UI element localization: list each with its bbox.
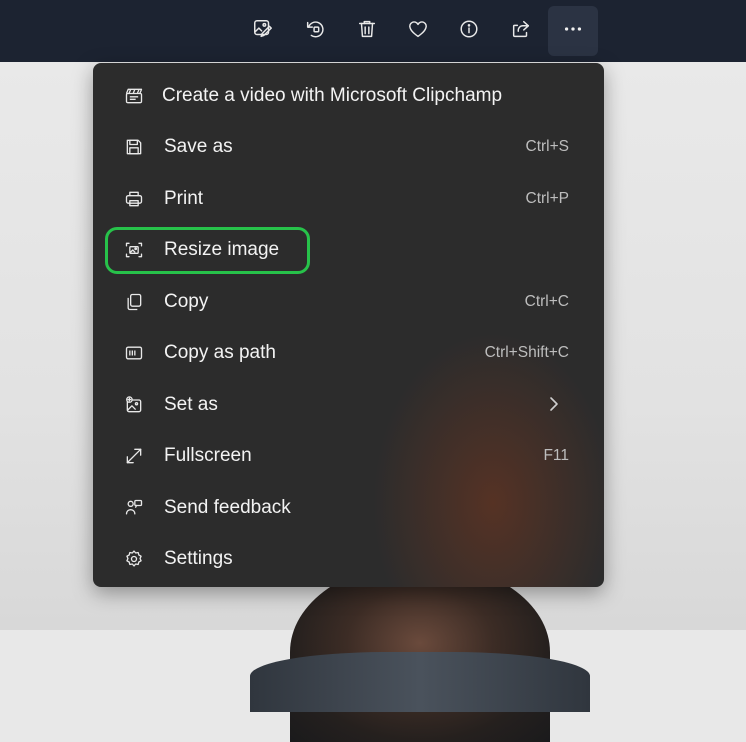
- photo-subject-shirt: [250, 652, 590, 712]
- settings-icon: [124, 549, 144, 569]
- more-options-icon: [562, 18, 584, 45]
- menu-item-set-as[interactable]: Set as: [107, 381, 592, 429]
- feedback-icon: [124, 498, 144, 518]
- save-icon: [124, 137, 144, 157]
- menu-item-label: Send feedback: [164, 497, 291, 518]
- print-icon: [124, 189, 144, 209]
- favorite-button[interactable]: [393, 6, 443, 56]
- menu-item-label: Print: [164, 188, 204, 209]
- edit-image-button[interactable]: [238, 6, 288, 56]
- menu-item-print[interactable]: Print Ctrl+P: [107, 175, 592, 223]
- menu-item-copy-as-path[interactable]: Copy as path Ctrl+Shift+C: [107, 329, 592, 377]
- delete-button[interactable]: [342, 6, 392, 56]
- menu-item-clipchamp[interactable]: Create a video with Microsoft Clipchamp: [107, 72, 592, 120]
- rotate-icon: [304, 18, 326, 45]
- menu-item-shortcut: Ctrl+S: [525, 138, 570, 155]
- menu-item-label: Copy as path: [164, 342, 276, 363]
- menu-item-shortcut: Ctrl+P: [525, 190, 570, 207]
- menu-item-send-feedback[interactable]: Send feedback: [107, 484, 592, 532]
- menu-item-label: Copy: [164, 291, 209, 312]
- delete-icon: [356, 18, 378, 45]
- copy-path-icon: [124, 343, 144, 363]
- share-icon: [510, 18, 532, 45]
- menu-item-label: Settings: [164, 548, 233, 569]
- menu-item-copy[interactable]: Copy Ctrl+C: [107, 278, 592, 326]
- copy-icon: [124, 292, 144, 312]
- menu-item-settings[interactable]: Settings: [107, 535, 592, 583]
- rotate-button[interactable]: [290, 6, 340, 56]
- clipchamp-icon: [124, 86, 144, 106]
- menu-item-label: Set as: [164, 394, 218, 415]
- menu-item-shortcut: Ctrl+C: [524, 293, 569, 310]
- fullscreen-icon: [124, 446, 144, 466]
- edit-image-icon: [252, 18, 274, 45]
- set-as-icon: [124, 395, 144, 415]
- share-button[interactable]: [496, 6, 546, 56]
- more-options-menu: Create a video with Microsoft Clipchamp …: [93, 63, 604, 587]
- more-options-button[interactable]: [548, 6, 598, 56]
- chevron-right-icon: [550, 397, 558, 411]
- top-toolbar: [0, 0, 746, 62]
- menu-item-label: Save as: [164, 136, 233, 157]
- menu-item-shortcut: Ctrl+Shift+C: [484, 344, 569, 361]
- menu-item-fullscreen[interactable]: Fullscreen F11: [107, 432, 592, 480]
- info-button[interactable]: [444, 6, 494, 56]
- menu-item-label: Create a video with Microsoft Clipchamp: [162, 85, 503, 106]
- menu-item-save-as[interactable]: Save as Ctrl+S: [107, 123, 592, 171]
- menu-item-resize-image[interactable]: Resize image: [107, 226, 592, 274]
- resize-image-icon: [124, 240, 144, 260]
- info-icon: [458, 18, 480, 45]
- favorite-icon: [407, 18, 429, 45]
- menu-item-label: Resize image: [164, 239, 280, 260]
- menu-item-label: Fullscreen: [164, 445, 252, 466]
- menu-item-shortcut: F11: [543, 447, 569, 464]
